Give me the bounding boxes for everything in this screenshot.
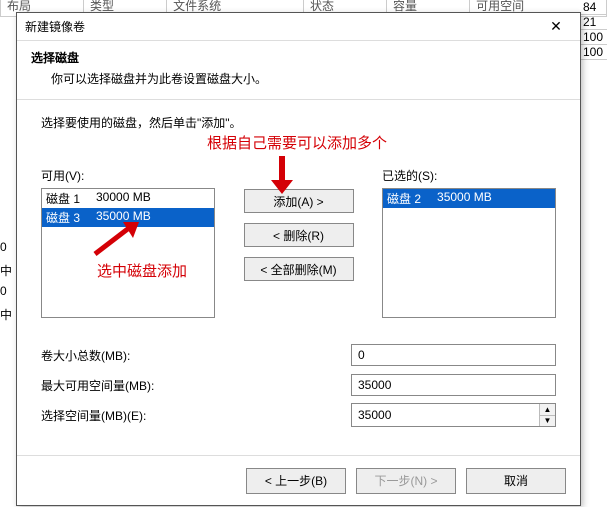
- dialog-header: 选择磁盘 你可以选择磁盘并为此卷设置磁盘大小。: [17, 41, 580, 100]
- back-button[interactable]: < 上一步(B): [246, 468, 346, 494]
- cancel-button[interactable]: 取消: [466, 468, 566, 494]
- total-size-value: 0: [351, 344, 556, 366]
- spinner-down-icon[interactable]: ▼: [540, 416, 555, 427]
- select-space-spinner[interactable]: ▲ ▼: [351, 403, 556, 427]
- selected-listbox[interactable]: 磁盘 235000 MB: [382, 188, 556, 318]
- close-button[interactable]: ✕: [536, 15, 576, 39]
- select-space-input[interactable]: [352, 404, 539, 426]
- header-title: 选择磁盘: [31, 49, 566, 66]
- dialog-body: 选择要使用的磁盘，然后单击"添加"。 根据自己需要可以添加多个 选中磁盘添加 可…: [17, 100, 580, 455]
- next-button[interactable]: 下一步(N) >: [356, 468, 456, 494]
- list-item[interactable]: 磁盘 235000 MB: [383, 189, 555, 208]
- total-size-label: 卷大小总数(MB):: [41, 347, 351, 364]
- available-label: 可用(V):: [41, 167, 215, 184]
- annotation-mid: 选中磁盘添加: [97, 260, 187, 281]
- dialog-footer: < 上一步(B) 下一步(N) > 取消: [17, 455, 580, 505]
- remove-all-button[interactable]: < 全部删除(M): [244, 257, 354, 281]
- background-left-cells: 0 中 0 中: [0, 240, 10, 328]
- max-space-label: 最大可用空间量(MB):: [41, 377, 351, 394]
- titlebar: 新建镜像卷 ✕: [17, 13, 580, 41]
- wizard-dialog: 新建镜像卷 ✕ 选择磁盘 你可以选择磁盘并为此卷设置磁盘大小。 选择要使用的磁盘…: [16, 12, 581, 506]
- instruction-text: 选择要使用的磁盘，然后单击"添加"。: [41, 114, 556, 131]
- spinner-up-icon[interactable]: ▲: [540, 404, 555, 416]
- list-item[interactable]: 磁盘 130000 MB: [42, 189, 214, 208]
- max-space-value: 35000: [351, 374, 556, 396]
- dialog-title: 新建镜像卷: [25, 18, 536, 35]
- list-item[interactable]: 磁盘 335000 MB: [42, 208, 214, 227]
- close-icon: ✕: [550, 18, 562, 35]
- available-listbox[interactable]: 磁盘 130000 MB 磁盘 335000 MB: [41, 188, 215, 318]
- add-button[interactable]: 添加(A) >: [244, 189, 354, 213]
- background-right-cells: 84 21 100 100: [581, 0, 607, 60]
- remove-button[interactable]: < 删除(R): [244, 223, 354, 247]
- selected-label: 已选的(S):: [382, 167, 556, 184]
- annotation-top: 根据自己需要可以添加多个: [207, 132, 387, 153]
- select-space-label: 选择空间量(MB)(E):: [41, 407, 351, 424]
- header-subtitle: 你可以选择磁盘并为此卷设置磁盘大小。: [31, 70, 566, 87]
